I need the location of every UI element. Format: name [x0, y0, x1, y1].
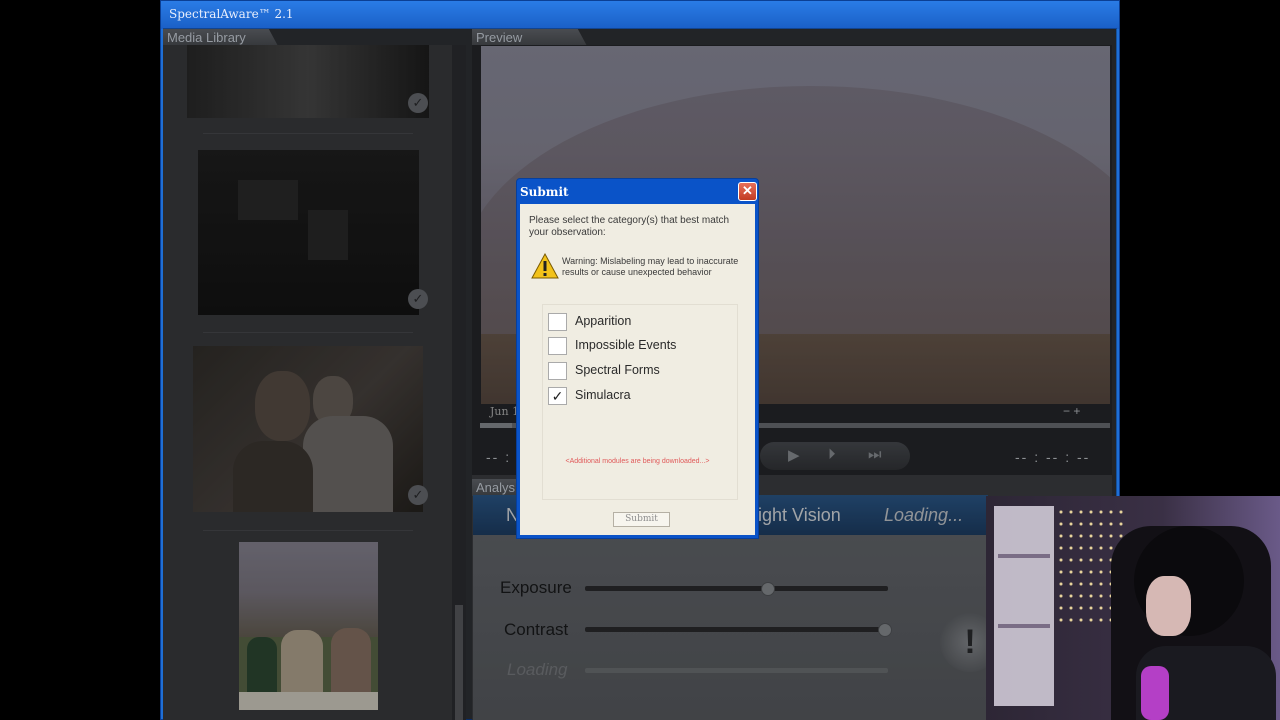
warning-icon	[531, 253, 559, 279]
zoom-control[interactable]: − +	[1063, 404, 1107, 418]
exposure-label: Exposure	[500, 578, 572, 597]
skip-forward-icon[interactable]: ⏭	[868, 446, 882, 463]
step-forward-icon[interactable]: ⏵	[828, 446, 836, 463]
divider	[203, 332, 413, 333]
transport-controls: ▶ ⏵ ⏭	[760, 442, 910, 470]
dialog-title: Submit	[520, 185, 569, 199]
library-scrollbar[interactable]	[452, 45, 466, 720]
checkbox[interactable]	[548, 337, 567, 355]
media-library-tab: Media Library	[163, 29, 278, 46]
contrast-slider-knob[interactable]	[878, 623, 892, 637]
divider	[203, 133, 413, 134]
check-icon: ✓	[408, 485, 428, 505]
category-list: Apparition Impossible Events Spectral Fo…	[542, 304, 738, 500]
timeline-progress	[480, 423, 512, 428]
mode-night-vision[interactable]: ight Vision	[758, 505, 841, 526]
divider	[203, 530, 413, 531]
thumbnail-2[interactable]	[198, 150, 419, 315]
category-label: Spectral Forms	[575, 363, 660, 377]
scrollbar-thumb[interactable]	[455, 605, 463, 720]
contrast-label: Contrast	[504, 620, 569, 639]
exposure-slider[interactable]	[585, 586, 888, 591]
app-title: SpectralAware™ 2.1	[169, 7, 294, 21]
dialog-prompt: Please select the category(s) that best …	[529, 215, 730, 238]
webcam-overlay	[986, 496, 1280, 720]
submit-dialog: Submit ✕ Please select the category(s) t…	[516, 178, 759, 539]
thumbnail-3[interactable]	[193, 346, 423, 512]
category-label: Simulacra	[575, 388, 631, 402]
checkbox[interactable]	[548, 362, 567, 380]
category-label: Apparition	[575, 314, 632, 328]
close-icon[interactable]: ✕	[738, 182, 757, 201]
time-remaining: -- : -- : --	[1015, 449, 1091, 465]
loading-label: Loading	[507, 660, 568, 679]
checkbox[interactable]	[548, 313, 567, 331]
contrast-slider[interactable]	[585, 627, 888, 632]
thumbnail-4[interactable]	[239, 542, 378, 710]
titlebar[interactable]: SpectralAware™ 2.1	[161, 1, 1119, 29]
check-icon: ✓	[551, 388, 564, 404]
checkbox[interactable]: ✓	[548, 387, 567, 405]
category-label: Impossible Events	[575, 338, 677, 352]
loading-slider	[585, 668, 888, 673]
warning-text: Warning: Mislabeling may lead to inaccur…	[562, 256, 739, 277]
mode-loading: Loading...	[884, 505, 964, 525]
check-icon: ✓	[408, 289, 428, 309]
play-icon[interactable]: ▶	[788, 446, 800, 464]
preview-tab: Preview	[472, 29, 587, 46]
check-icon: ✓	[408, 93, 428, 113]
dialog-body: Please select the category(s) that best …	[520, 204, 755, 535]
thumbnail-1[interactable]	[187, 45, 429, 118]
submit-button[interactable]: Submit	[613, 512, 670, 527]
exposure-slider-knob[interactable]	[760, 582, 775, 596]
media-library: ✓ ✓ ✓	[163, 45, 453, 720]
modules-message: <Additional modules are being downloaded…	[565, 458, 710, 465]
